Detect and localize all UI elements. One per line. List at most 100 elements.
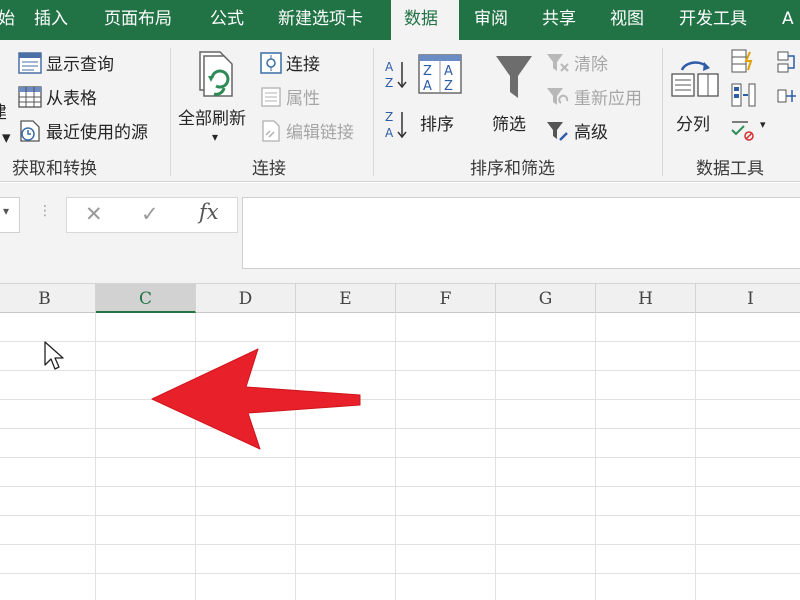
flash-fill-icon [731, 49, 753, 73]
svg-text:A: A [385, 126, 394, 140]
red-arrow-annotation [151, 348, 361, 450]
recent-sources-icon [20, 120, 40, 142]
sort-dialog-icon: Z A A Z [418, 54, 462, 94]
cancel-icon[interactable]: ✕ [85, 202, 103, 226]
relationships-icon [777, 89, 796, 103]
column-header-row: B C D E F G H I [0, 283, 800, 313]
svg-text:A: A [444, 64, 453, 79]
svg-text:A: A [423, 79, 432, 94]
group-separator [170, 48, 171, 176]
sort-descending-button[interactable]: Z A [384, 108, 408, 145]
data-validation-dropdown-icon: ▾ [760, 118, 766, 131]
sort-ascending-button[interactable]: A Z [384, 58, 408, 95]
show-queries-label: 显示查询 [46, 55, 114, 75]
grid-lines [0, 313, 800, 600]
tab-label: 始 [0, 9, 15, 29]
data-validation-button[interactable]: ▾ [730, 116, 766, 147]
group-separator [373, 48, 374, 176]
group-separator [662, 48, 663, 176]
advanced-label: 高级 [574, 123, 608, 143]
data-validation-icon [731, 121, 754, 141]
sort-button[interactable]: Z A A Z 排序 [414, 48, 466, 148]
new-query-label: 建 [0, 103, 7, 123]
tab-insert[interactable]: 插入 [22, 0, 80, 40]
tab-page-layout[interactable]: 页面布局 [92, 0, 184, 40]
svg-text:A: A [385, 60, 394, 74]
tab-label: 审阅 [474, 9, 508, 29]
svg-text:Z: Z [385, 76, 393, 90]
tab-formulas[interactable]: 公式 [198, 0, 262, 40]
edit-links-label: 编辑链接 [286, 123, 354, 143]
relationships-button-partial[interactable] [776, 84, 800, 113]
formula-input[interactable] [242, 197, 800, 269]
tab-label: A [782, 9, 794, 29]
tab-home[interactable]: 始 [0, 0, 20, 40]
name-box[interactable]: ▾ [0, 197, 20, 233]
tab-review[interactable]: 审阅 [462, 0, 522, 40]
tab-new-tab[interactable]: 新建选项卡 [266, 0, 386, 40]
filter-label: 筛选 [492, 115, 526, 135]
filter-button[interactable]: 筛选 [488, 48, 540, 148]
refresh-all-icon [199, 51, 233, 97]
tab-more[interactable]: A [772, 0, 800, 40]
svg-text:Z: Z [385, 110, 393, 124]
formula-bar-area: ▾ ⋮ ✕ ✓ fx [0, 183, 800, 283]
remove-duplicates-button[interactable] [730, 82, 756, 113]
ribbon: 建 ▾ 显示查询 从表格 [0, 40, 800, 182]
advanced-filter-icon [547, 122, 568, 141]
tab-label: 开发工具 [679, 9, 747, 29]
group-label-data-tools: 数据工具 [696, 159, 764, 179]
tab-data[interactable]: 数据 [391, 0, 459, 40]
sort-a-to-z-icon: A Z [385, 60, 407, 90]
column-header-d[interactable]: D [196, 284, 296, 313]
properties-icon [261, 87, 281, 107]
column-header-e[interactable]: E [296, 284, 396, 313]
tab-label: 数据 [404, 9, 438, 29]
consolidate-button-partial[interactable] [776, 50, 800, 79]
enter-icon[interactable]: ✓ [141, 202, 159, 226]
table-grid-icon [18, 86, 42, 108]
sort-label: 排序 [420, 115, 454, 135]
clear-label: 清除 [574, 55, 608, 75]
consolidate-icon [777, 51, 795, 73]
remove-duplicates-icon [731, 83, 756, 107]
column-header-g[interactable]: G [496, 284, 596, 313]
refresh-all-button[interactable]: 全部刷新 ▾ [176, 46, 258, 150]
tab-label: 插入 [34, 9, 68, 29]
from-table-label: 从表格 [46, 89, 97, 109]
text-to-columns-label: 分列 [676, 115, 710, 135]
insert-function-icon[interactable]: fx [199, 200, 219, 224]
tab-label: 视图 [610, 9, 644, 29]
column-header-h[interactable]: H [596, 284, 696, 313]
properties-label: 属性 [286, 89, 320, 109]
tab-share[interactable]: 共享 [530, 0, 590, 40]
new-query-button-partial[interactable]: 建 [0, 98, 10, 123]
show-queries-icon [18, 52, 42, 74]
tab-developer[interactable]: 开发工具 [667, 0, 763, 40]
formula-bar-splitter-icon[interactable]: ⋮ [38, 203, 52, 219]
sort-z-to-a-icon: Z A [385, 110, 407, 140]
cell-grid[interactable] [0, 313, 800, 600]
text-to-columns-icon [671, 61, 719, 97]
column-header-i[interactable]: I [696, 284, 800, 313]
formula-buttons-box: ✕ ✓ fx [66, 197, 238, 233]
text-to-columns-button[interactable]: 分列 [668, 48, 724, 148]
flash-fill-button[interactable] [730, 48, 756, 79]
svg-text:Z: Z [444, 79, 453, 94]
column-header-c[interactable]: C [96, 284, 196, 313]
edit-links-icon [262, 120, 280, 142]
group-label-sort-filter: 排序和筛选 [470, 159, 555, 179]
name-box-dropdown-icon: ▾ [3, 204, 10, 218]
refresh-all-label: 全部刷新 [178, 109, 246, 129]
tab-label: 页面布局 [104, 9, 172, 29]
group-label-get-transform: 获取和转换 [12, 159, 97, 179]
connections-icon [260, 52, 282, 74]
column-header-f[interactable]: F [396, 284, 496, 313]
column-header-b[interactable]: B [0, 284, 96, 313]
tab-view[interactable]: 视图 [598, 0, 662, 40]
new-query-dropdown-icon[interactable]: ▾ [2, 128, 11, 148]
refresh-dropdown-icon: ▾ [212, 130, 219, 144]
mouse-cursor-icon [44, 341, 64, 370]
group-label-connections: 连接 [252, 159, 286, 179]
tab-label: 共享 [542, 9, 576, 29]
